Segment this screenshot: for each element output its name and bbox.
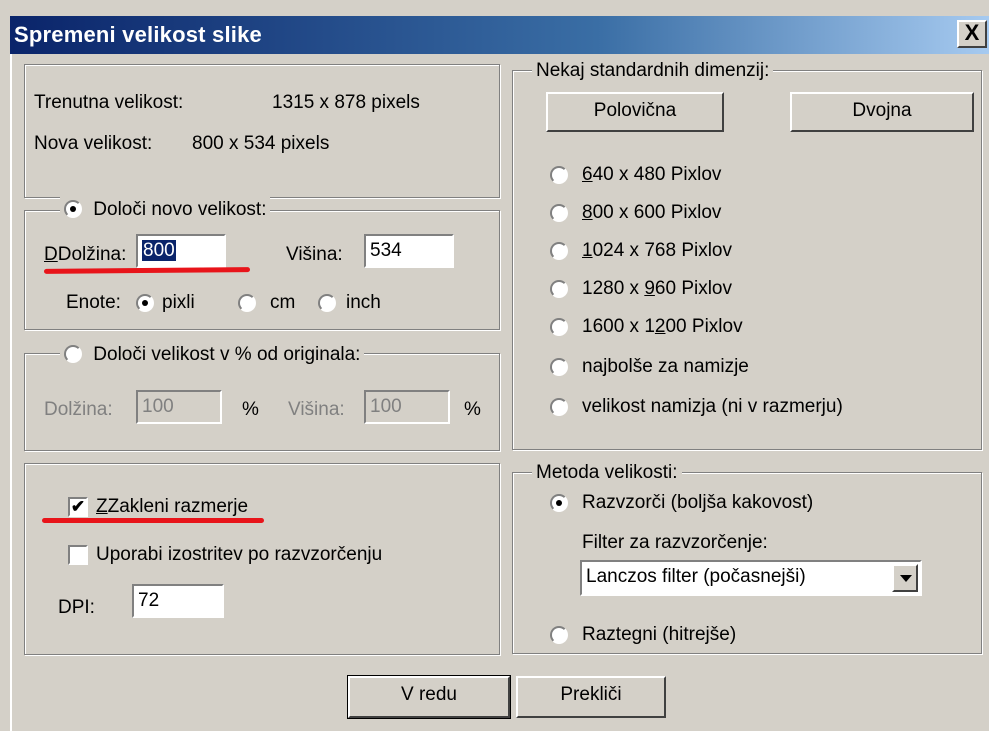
close-button[interactable]: X <box>957 20 987 48</box>
method-legend: Metoda velikosti: <box>532 462 682 484</box>
chevron-down-icon[interactable] <box>892 564 918 592</box>
new-size-label: Nova velikost: <box>34 133 153 154</box>
preset-1600-radio[interactable] <box>550 318 568 336</box>
percent-height-value: 100 <box>370 396 402 417</box>
new-size-legend-label: Določi novo velikost: <box>93 199 267 220</box>
percent-height-input[interactable]: 100 <box>364 390 450 424</box>
window-title: Spremeni velikost slike <box>14 22 262 47</box>
unit-inch-label[interactable]: inch <box>346 292 381 314</box>
percent-length-input[interactable]: 100 <box>136 390 222 424</box>
ok-button[interactable]: V redu <box>347 675 511 719</box>
preset-640-label[interactable]: 640 x 480 Pixlov <box>582 164 721 186</box>
title-bar[interactable]: Spremeni velikost slike X <box>10 16 989 54</box>
filter-select-value: Lanczos filter (počasnejši) <box>586 566 806 587</box>
percent-size-legend[interactable]: Določi velikost v % od originala: <box>60 342 365 366</box>
preset-1600-label[interactable]: 1600 x 1200 Pixlov <box>582 316 743 338</box>
unit-cm-radio[interactable] <box>238 294 256 312</box>
resample-radio[interactable] <box>550 494 568 512</box>
height-label: Višina: <box>286 244 343 265</box>
preset-1280-label[interactable]: 1280 x 960 Pixlov <box>582 278 732 300</box>
stretch-label[interactable]: Raztegni (hitrejše) <box>582 624 736 646</box>
unit-pixels-label[interactable]: pixli <box>162 292 195 314</box>
dpi-label: DPI: <box>58 597 95 618</box>
annotation-underline-lock <box>42 518 264 523</box>
double-size-button[interactable]: Dvojna <box>790 92 974 132</box>
percent-size-radio[interactable] <box>64 345 82 363</box>
current-size-label: Trenutna velikost: <box>34 92 184 113</box>
close-icon: X <box>964 20 980 45</box>
length-input[interactable]: 800 <box>136 234 226 268</box>
standard-dims-legend: Nekaj standardnih dimenzij: <box>532 60 774 82</box>
percent-length-symbol: % <box>242 399 259 420</box>
preset-1024-radio[interactable] <box>550 242 568 260</box>
length-label: DDolžina: <box>44 244 127 265</box>
dialog-body: Trenutna velikost: 1315 x 878 pixels Nov… <box>10 54 989 731</box>
new-size-legend[interactable]: Določi novo velikost: <box>60 197 271 221</box>
desktop-size-radio[interactable] <box>550 398 568 416</box>
unit-inch-radio[interactable] <box>318 294 336 312</box>
size-info-panel <box>24 64 500 198</box>
percent-height-symbol: % <box>464 399 481 420</box>
current-size-value: 1315 x 878 pixels <box>272 92 420 113</box>
preset-1024-label[interactable]: 1024 x 768 Pixlov <box>582 240 732 262</box>
preset-800-radio[interactable] <box>550 204 568 222</box>
height-input[interactable]: 534 <box>364 234 454 268</box>
preset-1280-radio[interactable] <box>550 280 568 298</box>
lock-ratio-checkbox[interactable]: ✔ <box>68 497 88 517</box>
percent-size-legend-label: Določi velikost v % od originala: <box>93 344 361 365</box>
percent-height-label: Višina: <box>288 399 345 420</box>
dpi-input-value: 72 <box>138 590 160 611</box>
sharpen-checkbox[interactable] <box>68 545 88 565</box>
percent-length-label: Dolžina: <box>44 399 113 420</box>
unit-pixels-radio[interactable] <box>136 294 154 312</box>
desktop-size-label[interactable]: velikost namizja (ni v razmerju) <box>582 396 843 418</box>
half-size-button[interactable]: Polovična <box>546 92 724 132</box>
unit-cm-label[interactable]: cm <box>270 292 295 314</box>
best-desktop-label[interactable]: najbolše za namizje <box>582 356 749 378</box>
preset-640-radio[interactable] <box>550 166 568 184</box>
resample-label[interactable]: Razvzorči (boljša kakovost) <box>582 492 813 514</box>
percent-length-value: 100 <box>142 396 174 417</box>
best-desktop-radio[interactable] <box>550 358 568 376</box>
units-label: Enote: <box>66 292 121 313</box>
stretch-radio[interactable] <box>550 626 568 644</box>
height-input-value: 534 <box>370 240 402 261</box>
lock-ratio-label[interactable]: ZZakleni razmerje <box>96 496 248 518</box>
new-size-radio[interactable] <box>64 200 82 218</box>
preset-800-label[interactable]: 800 x 600 Pixlov <box>582 202 721 224</box>
sharpen-label[interactable]: Uporabi izostritev po razvzorčenju <box>96 544 382 566</box>
length-input-value: 800 <box>142 240 176 261</box>
cancel-button[interactable]: Prekliči <box>516 676 666 718</box>
filter-label: Filter za razvzorčenje: <box>582 532 768 553</box>
new-size-value: 800 x 534 pixels <box>192 133 330 154</box>
filter-select[interactable]: Lanczos filter (počasnejši) <box>580 560 922 596</box>
dialog-window: Spremeni velikost slike X Trenutna velik… <box>0 0 989 731</box>
dpi-input[interactable]: 72 <box>132 584 224 618</box>
